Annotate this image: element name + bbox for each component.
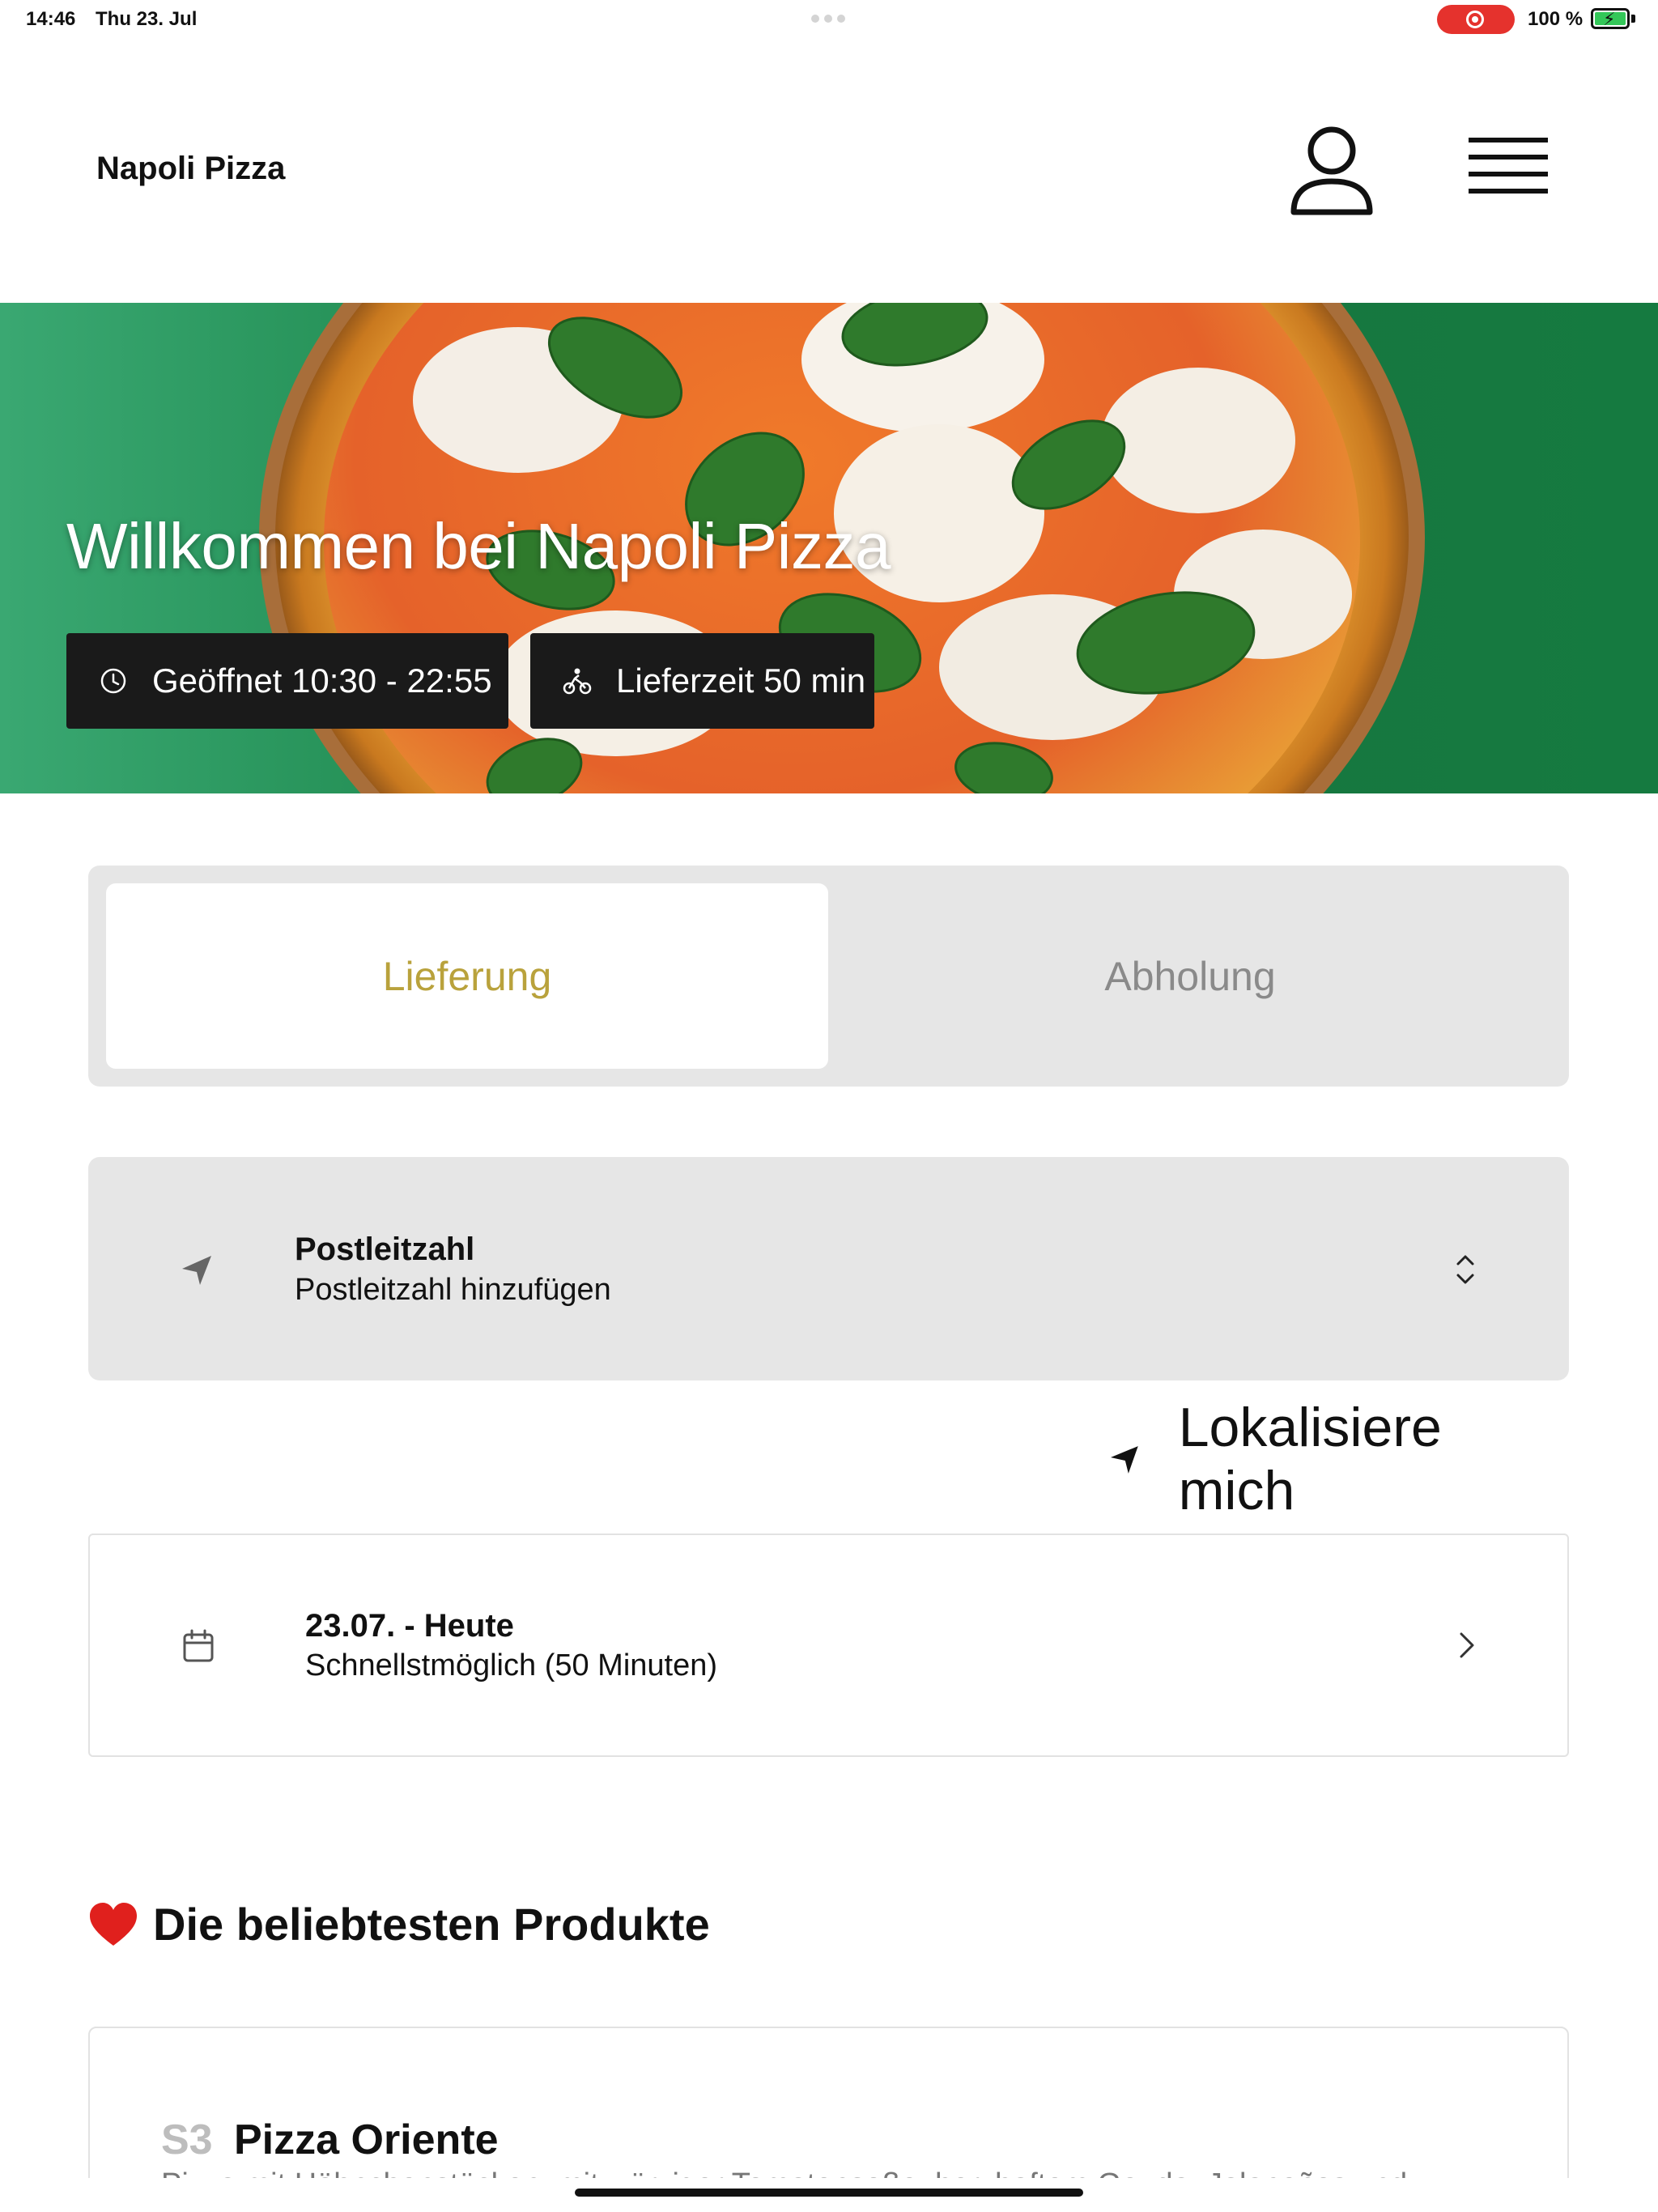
hamburger-menu-icon — [1469, 138, 1548, 194]
postal-code-selector[interactable]: Postleitzahl Postleitzahl hinzufügen — [88, 1157, 1569, 1380]
status-date: Thu 23. Jul — [96, 8, 198, 30]
delivery-time-text: Lieferzeit 50 min — [616, 661, 866, 700]
delivery-bike-icon — [561, 665, 593, 697]
postal-code-label: Postleitzahl — [295, 1231, 475, 1267]
product-code: S3 — [161, 2116, 213, 2163]
profile-button[interactable] — [1287, 121, 1376, 219]
location-arrow-icon — [1110, 1446, 1138, 1474]
chevron-up-down-icon — [1456, 1255, 1474, 1284]
locate-me-button[interactable]: Lokalisiere mich — [1109, 1397, 1571, 1521]
delivery-date-selector[interactable]: 23.07. - Heute Schnellstmöglich (50 Minu… — [88, 1534, 1569, 1757]
navigation-arrow-icon — [182, 1256, 211, 1285]
chevron-right-icon — [1460, 1632, 1474, 1658]
hero-title: Willkommen bei Napoli Pizza — [66, 510, 891, 582]
tab-delivery[interactable]: Lieferung — [106, 883, 828, 1069]
product-name: Pizza Oriente — [234, 2116, 499, 2163]
delivery-date-time: Schnellstmöglich (50 Minuten) — [305, 1648, 718, 1682]
opening-hours-text: Geöffnet 10:30 - 22:55 — [152, 661, 492, 700]
heart-icon — [90, 1902, 137, 1946]
home-indicator[interactable] — [575, 2189, 1083, 2197]
clock-icon — [97, 665, 130, 697]
calendar-icon — [183, 1629, 214, 1662]
locate-me-label: Lokalisiere mich — [1178, 1397, 1442, 1521]
tab-pickup[interactable]: Abholung — [829, 883, 1551, 1069]
hero-banner: Willkommen bei Napoli Pizza Geöffnet 10:… — [0, 303, 1658, 793]
multitasking-dots-icon[interactable] — [811, 15, 845, 23]
battery-tip — [1631, 15, 1635, 23]
opening-hours-badge: Geöffnet 10:30 - 22:55 — [66, 633, 508, 729]
screen-recording-icon[interactable] — [1437, 5, 1515, 34]
delivery-date-day: 23.07. - Heute — [305, 1608, 514, 1644]
popular-products-title: Die beliebtesten Produkte — [153, 1899, 710, 1950]
menu-button[interactable] — [1457, 130, 1558, 211]
order-mode-toggle: Lieferung Abholung — [88, 866, 1569, 1087]
status-bar: 14:46 Thu 23. Jul 100 % ⚡ — [0, 0, 1658, 39]
person-icon — [1290, 126, 1373, 215]
battery-percentage: 100 % — [1528, 8, 1584, 30]
brand-name[interactable]: Napoli Pizza — [96, 151, 285, 187]
delivery-time-badge: Lieferzeit 50 min — [530, 633, 874, 729]
popular-products-heading: Die beliebtesten Produkte — [88, 1898, 710, 1950]
postal-code-value: Postleitzahl hinzufügen — [295, 1273, 611, 1307]
status-time: 14:46 — [26, 8, 76, 30]
battery-icon: ⚡ — [1591, 8, 1630, 29]
